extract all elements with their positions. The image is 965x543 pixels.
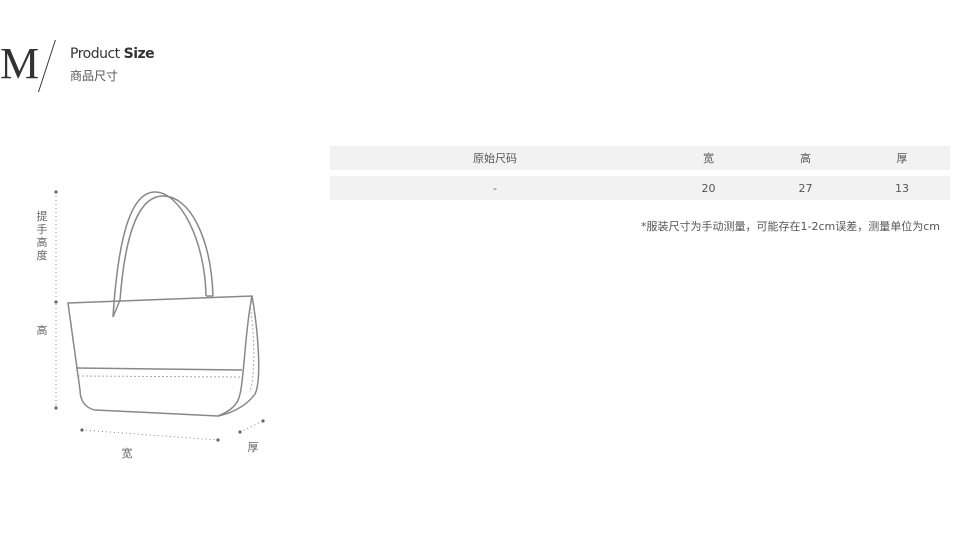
- cell-height: 27: [757, 176, 854, 200]
- header-depth: 厚: [854, 146, 950, 170]
- header-title-light: Product: [70, 46, 120, 62]
- handle-height-label: 提手高度: [36, 210, 48, 262]
- bag-diagram: 提手高度 高 宽 厚: [0, 180, 300, 470]
- header-original-size: 原始尺码: [330, 146, 660, 170]
- cell-depth: 13: [854, 176, 950, 200]
- header-height: 高: [757, 146, 854, 170]
- table-row: - 20 27 13: [330, 176, 950, 200]
- header-subtitle: 商品尺寸: [70, 69, 119, 83]
- size-table: 原始尺码 宽 高 厚 - 20 27 13: [330, 140, 950, 206]
- divider-slash: [38, 40, 56, 92]
- measurement-note: *服装尺寸为手动测量，可能存在1-2cm误差，测量单位为cm: [641, 220, 940, 233]
- cell-original-size: -: [330, 176, 660, 200]
- header-title-bold: Size: [123, 46, 155, 62]
- header-title: Product Size: [70, 46, 155, 62]
- width-label: 宽: [121, 447, 133, 460]
- product-size-header: M Product Size 商品尺寸: [0, 40, 200, 100]
- table-header-row: 原始尺码 宽 高 厚: [330, 146, 950, 170]
- header-width: 宽: [660, 146, 757, 170]
- depth-label: 厚: [247, 441, 259, 454]
- size-letter: M: [0, 39, 40, 88]
- height-label: 高: [36, 324, 48, 337]
- cell-width: 20: [660, 176, 757, 200]
